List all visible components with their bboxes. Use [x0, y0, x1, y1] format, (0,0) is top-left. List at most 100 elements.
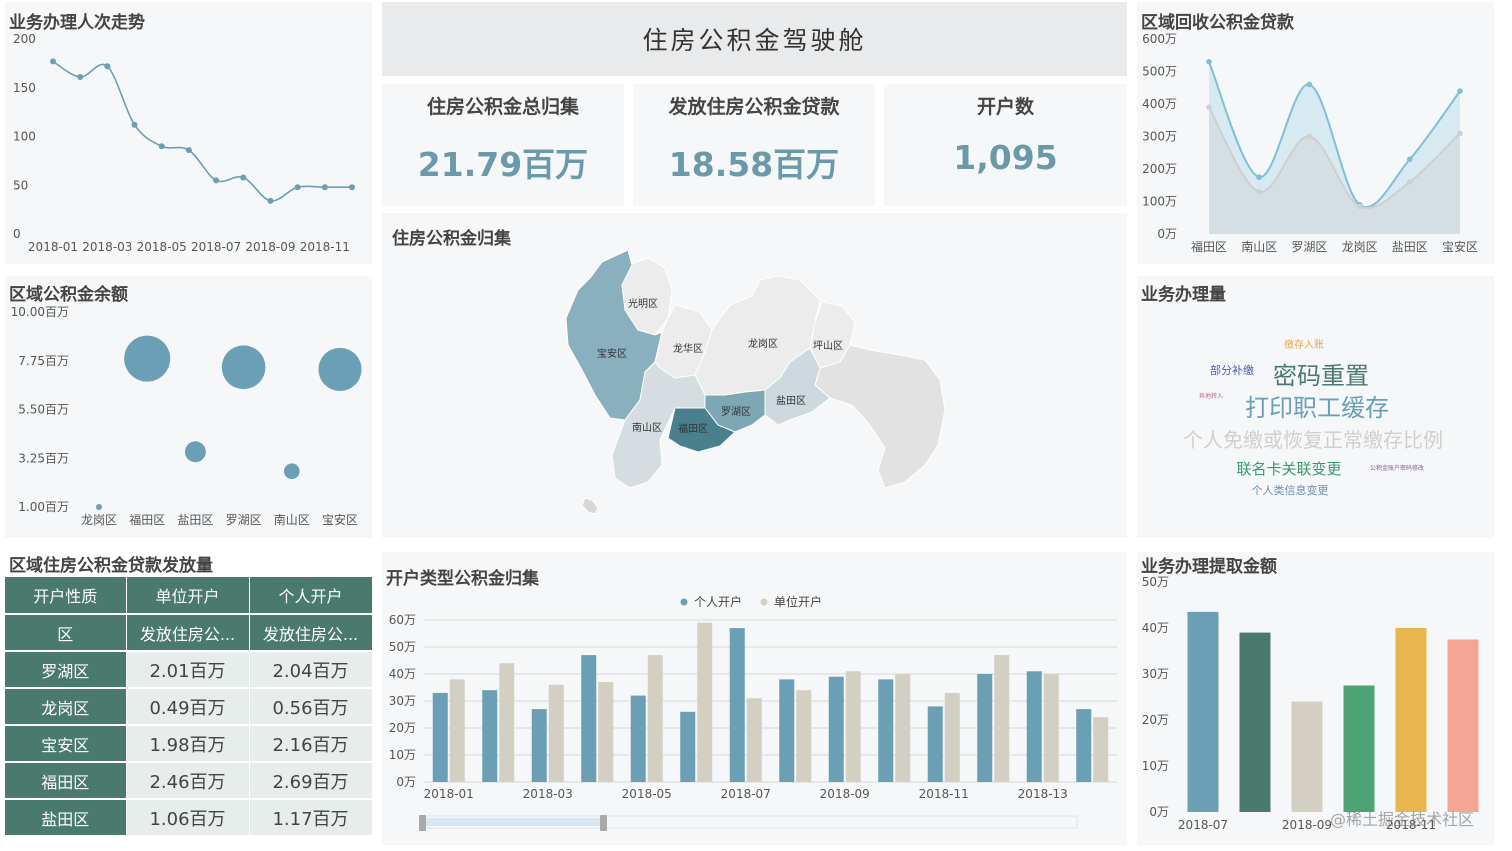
recovery-panel: 区域回收公积金贷款 0万100万200万300万400万500万600万福田区南…	[1137, 2, 1494, 264]
map-label: 坪山区	[813, 339, 843, 352]
table-cell: 1.98百万	[126, 725, 249, 762]
recovery-chart: 0万100万200万300万400万500万600万福田区南山区罗湖区龙岗区盐田…	[1137, 2, 1494, 264]
x-tick-label: 福田区	[1191, 239, 1227, 254]
y-tick-label: 60万	[389, 613, 416, 627]
y-tick-label: 200万	[1142, 162, 1177, 176]
bar	[680, 712, 695, 782]
map-region-island	[582, 498, 598, 514]
x-tick-label: 2018-01	[424, 787, 474, 801]
row-header: 罗湖区	[5, 651, 126, 688]
bubble	[222, 345, 266, 389]
x-tick-label: 罗湖区	[226, 512, 262, 527]
column-header[interactable]: 发放住房公...	[126, 614, 249, 651]
x-tick-label: 罗湖区	[1291, 239, 1327, 254]
bar	[648, 655, 663, 782]
x-tick-label: 2018-07	[1178, 818, 1228, 832]
x-tick-label: 宝安区	[1442, 239, 1478, 254]
y-tick-label: 500万	[1142, 65, 1177, 79]
x-tick-label: 2018-11	[300, 240, 350, 254]
bar	[1240, 633, 1271, 812]
data-point	[1307, 134, 1313, 140]
y-tick-label: 50万	[1142, 575, 1169, 589]
table-row: 盐田区 1.06百万 1.17百万	[5, 799, 372, 836]
data-point	[50, 58, 56, 64]
map-region-dapeng[interactable]	[815, 345, 945, 488]
y-tick-label: 3.25百万	[18, 451, 69, 465]
y-tick-label: 10万	[389, 748, 416, 762]
kpi-value: 18.58百万	[633, 138, 875, 186]
table-row: 罗湖区 2.01百万 2.04百万	[5, 651, 372, 688]
bubble	[185, 441, 206, 462]
x-tick-label: 2018-13	[1018, 787, 1068, 801]
data-point	[104, 63, 110, 69]
balance-chart: 1.00百万3.25百万5.50百万7.75百万10.00百万龙岗区福田区盐田区…	[5, 276, 372, 538]
y-tick-label: 300万	[1142, 130, 1177, 144]
loan-table: 开户性质 单位开户 个人开户 区 发放住房公... 发放住房公... 罗湖区 2…	[5, 577, 373, 837]
y-tick-label: 600万	[1142, 32, 1177, 46]
column-header[interactable]: 区	[5, 614, 126, 651]
column-header[interactable]: 单位开户	[126, 577, 249, 614]
y-tick-label: 50	[13, 178, 28, 192]
bar	[1076, 709, 1091, 782]
kpi-loan-issued: 发放住房公积金贷款 18.58百万	[633, 84, 875, 206]
word-cloud-item: 打印职工缓存	[1245, 394, 1389, 422]
y-tick-label: 40万	[1142, 621, 1169, 635]
x-tick-label: 宝安区	[322, 512, 358, 527]
map-label: 福田区	[678, 422, 708, 435]
y-tick-label: 20万	[389, 721, 416, 735]
data-point	[213, 177, 219, 183]
x-tick-label: 龙岗区	[1342, 240, 1378, 254]
district-map: 光明区宝安区龙华区龙岗区坪山区罗湖区盐田区南山区福田区	[382, 213, 1127, 538]
word-cloud-item: 缴存入账	[1284, 338, 1324, 351]
kpi-label: 住房公积金总归集	[382, 92, 624, 119]
kpi-accounts: 开户数 1,095	[884, 84, 1127, 206]
legend-marker	[761, 599, 768, 606]
data-point	[159, 143, 165, 149]
column-header[interactable]: 发放住房公...	[249, 614, 372, 651]
table-cell: 2.04百万	[249, 651, 372, 688]
kpi-label: 发放住房公积金贷款	[633, 92, 875, 119]
y-tick-label: 10.00百万	[11, 305, 69, 319]
kpi-total-collection: 住房公积金总归集 21.79百万	[382, 84, 624, 206]
y-tick-label: 0万	[1157, 227, 1177, 241]
y-tick-label: 30万	[1142, 667, 1169, 681]
column-header[interactable]: 个人开户	[249, 577, 372, 614]
data-point	[295, 184, 301, 190]
data-point	[267, 198, 273, 204]
y-tick-label: 50万	[389, 640, 416, 654]
x-tick-label: 南山区	[1241, 239, 1277, 254]
map-label: 光明区	[628, 297, 658, 310]
x-tick-label: 盐田区	[177, 513, 213, 527]
table-cell: 0.56百万	[249, 688, 372, 725]
word-cloud-item: 个人免缴或恢复正常缴存比例	[1183, 428, 1443, 452]
bar	[1188, 612, 1219, 812]
legend-label: 单位开户	[774, 594, 822, 609]
account-type-panel: 开户类型公积金归集 0万10万20万30万40万50万60万2018-01201…	[382, 552, 1127, 845]
word-cloud-item: 个人类信息变更	[1252, 483, 1329, 497]
zoom-handle-right	[600, 815, 607, 831]
data-point	[1206, 59, 1212, 65]
zoom-selection	[424, 818, 604, 826]
bubble	[96, 504, 102, 510]
map-label: 南山区	[632, 421, 662, 434]
bar	[895, 674, 910, 782]
y-tick-label: 30万	[389, 694, 416, 708]
data-point	[1407, 179, 1413, 185]
bar	[697, 623, 712, 782]
column-header[interactable]: 开户性质	[5, 577, 126, 614]
x-tick-label: 2018-11	[919, 787, 969, 801]
watermark: @稀土掘金技术社区	[1330, 806, 1474, 830]
bar	[482, 690, 497, 782]
y-tick-label: 200	[13, 32, 36, 46]
table-subheader-row: 区 发放住房公... 发放住房公...	[5, 614, 372, 651]
map-label: 龙华区	[673, 342, 703, 355]
data-point	[1307, 82, 1313, 88]
table-cell: 2.69百万	[249, 762, 372, 799]
x-tick-label: 2018-07	[721, 787, 771, 801]
data-point	[1457, 88, 1463, 94]
bar	[1027, 671, 1042, 782]
data-point	[240, 174, 246, 180]
bar	[1448, 640, 1479, 813]
trend-chart: 0501001502002018-012018-032018-052018-07…	[5, 2, 372, 264]
bar	[549, 685, 564, 782]
